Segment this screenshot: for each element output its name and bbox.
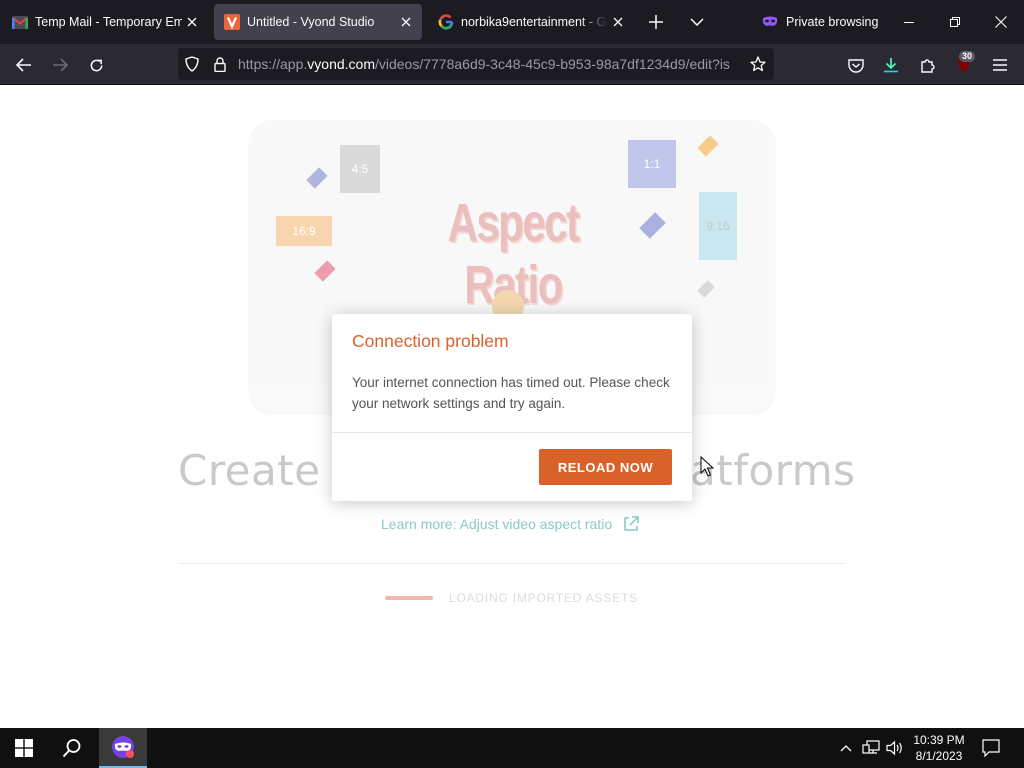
pocket-button[interactable] [841,50,871,80]
close-window-button[interactable] [978,0,1024,44]
diamond-shape [314,260,336,282]
clock-time: 10:39 PM [913,733,965,747]
windows-taskbar: 10:39 PM 8/1/2023 [0,728,1024,768]
learn-more-link[interactable]: Learn more: Adjust video aspect ratio [381,515,640,533]
diamond-shape [697,135,719,157]
bookmark-star-icon[interactable] [742,56,774,72]
clock-date: 8/1/2023 [915,749,963,763]
gmail-icon [12,14,28,30]
minimize-icon [904,21,914,23]
tab-title: Untitled - Vyond Studio [247,15,375,29]
google-icon [438,14,454,30]
new-tab-button[interactable] [642,8,670,36]
tab-vyond-studio[interactable]: Untitled - Vyond Studio [214,4,422,40]
divider [178,563,846,564]
restore-button[interactable] [932,0,978,44]
dialog-divider [332,432,692,433]
private-mask-icon [762,16,778,28]
loading-status: LOADING IMPORTED ASSETS [449,591,638,605]
diamond-shape [639,212,666,239]
forward-arrow-icon [53,58,68,72]
minimize-button[interactable] [886,0,932,44]
download-icon [884,58,898,73]
notification-icon [982,739,1000,757]
puzzle-icon [921,59,935,73]
close-tab-icon[interactable] [396,12,416,32]
ratio-chip-9-16: 9:16 [699,192,737,260]
close-tab-icon[interactable] [608,12,628,32]
firefox-private-icon [112,736,134,758]
page-headline-right: atforms [690,446,856,495]
ratio-chip-16-9: 16:9 [276,216,332,246]
chevron-down-icon [690,18,704,26]
learn-more-label: Learn more: Adjust video aspect ratio [381,516,613,532]
menu-button[interactable] [985,50,1015,80]
network-icon[interactable] [861,738,881,758]
hamburger-icon [993,59,1007,71]
back-button[interactable] [9,50,39,80]
chevron-up-icon [840,745,852,752]
action-center-button[interactable] [981,738,1001,758]
diamond-shape [306,167,328,189]
close-tab-icon[interactable] [182,12,202,32]
downloads-button[interactable] [876,50,906,80]
vyond-icon [224,14,240,30]
volume-icon[interactable] [885,738,905,758]
extensions-button[interactable] [913,50,943,80]
system-clock[interactable]: 10:39 PM 8/1/2023 [904,732,974,764]
forward-button[interactable] [45,50,75,80]
lock-icon[interactable] [206,56,234,72]
reload-button[interactable] [81,50,111,80]
tab-temp-mail[interactable]: Temp Mail - Temporary Email [2,4,208,40]
plus-icon [649,15,663,29]
dialog-title: Connection problem [352,331,509,351]
navigation-toolbar: https://app.vyond.com/videos/7778a6d9-3c… [0,44,1024,85]
taskbar-firefox-private[interactable] [99,728,147,768]
ratio-chip-1-1: 1:1 [628,140,676,188]
private-browsing-label: Private browsing [786,15,879,29]
private-browsing-indicator: Private browsing [762,12,878,32]
list-all-tabs-button[interactable] [683,8,711,36]
back-arrow-icon [16,58,31,72]
connection-problem-dialog: Connection problem Your internet connect… [332,314,692,501]
mouse-cursor-icon [700,455,715,483]
loading-progress-bar [385,596,433,600]
reload-icon [90,59,102,71]
pocket-icon [848,58,864,73]
url-text[interactable]: https://app.vyond.com/videos/7778a6d9-3c… [238,56,742,72]
reload-now-button[interactable]: RELOAD NOW [539,449,672,485]
tab-google[interactable]: norbika9entertainment - Goo [428,4,634,40]
diamond-shape [697,280,715,298]
ratio-chip-4-5: 4:5 [340,145,380,193]
restore-icon [950,17,960,27]
show-hidden-icons-button[interactable] [836,738,856,758]
start-button[interactable] [0,728,48,768]
tab-title: Temp Mail - Temporary Email [35,15,182,29]
extension-badge: 30 [959,51,976,62]
tab-strip: Temp Mail - Temporary Email Untitled - V… [0,0,1024,44]
windows-logo-icon [15,739,33,757]
url-bar[interactable]: https://app.vyond.com/videos/7778a6d9-3c… [178,48,774,80]
search-icon [62,739,81,758]
external-link-icon [622,515,640,533]
search-button[interactable] [48,728,96,768]
dialog-message: Your internet connection has timed out. … [352,375,670,411]
tracking-shield-icon[interactable] [178,56,206,72]
close-icon [995,16,1007,28]
tab-title: norbika9entertainment - Goo [461,15,608,29]
